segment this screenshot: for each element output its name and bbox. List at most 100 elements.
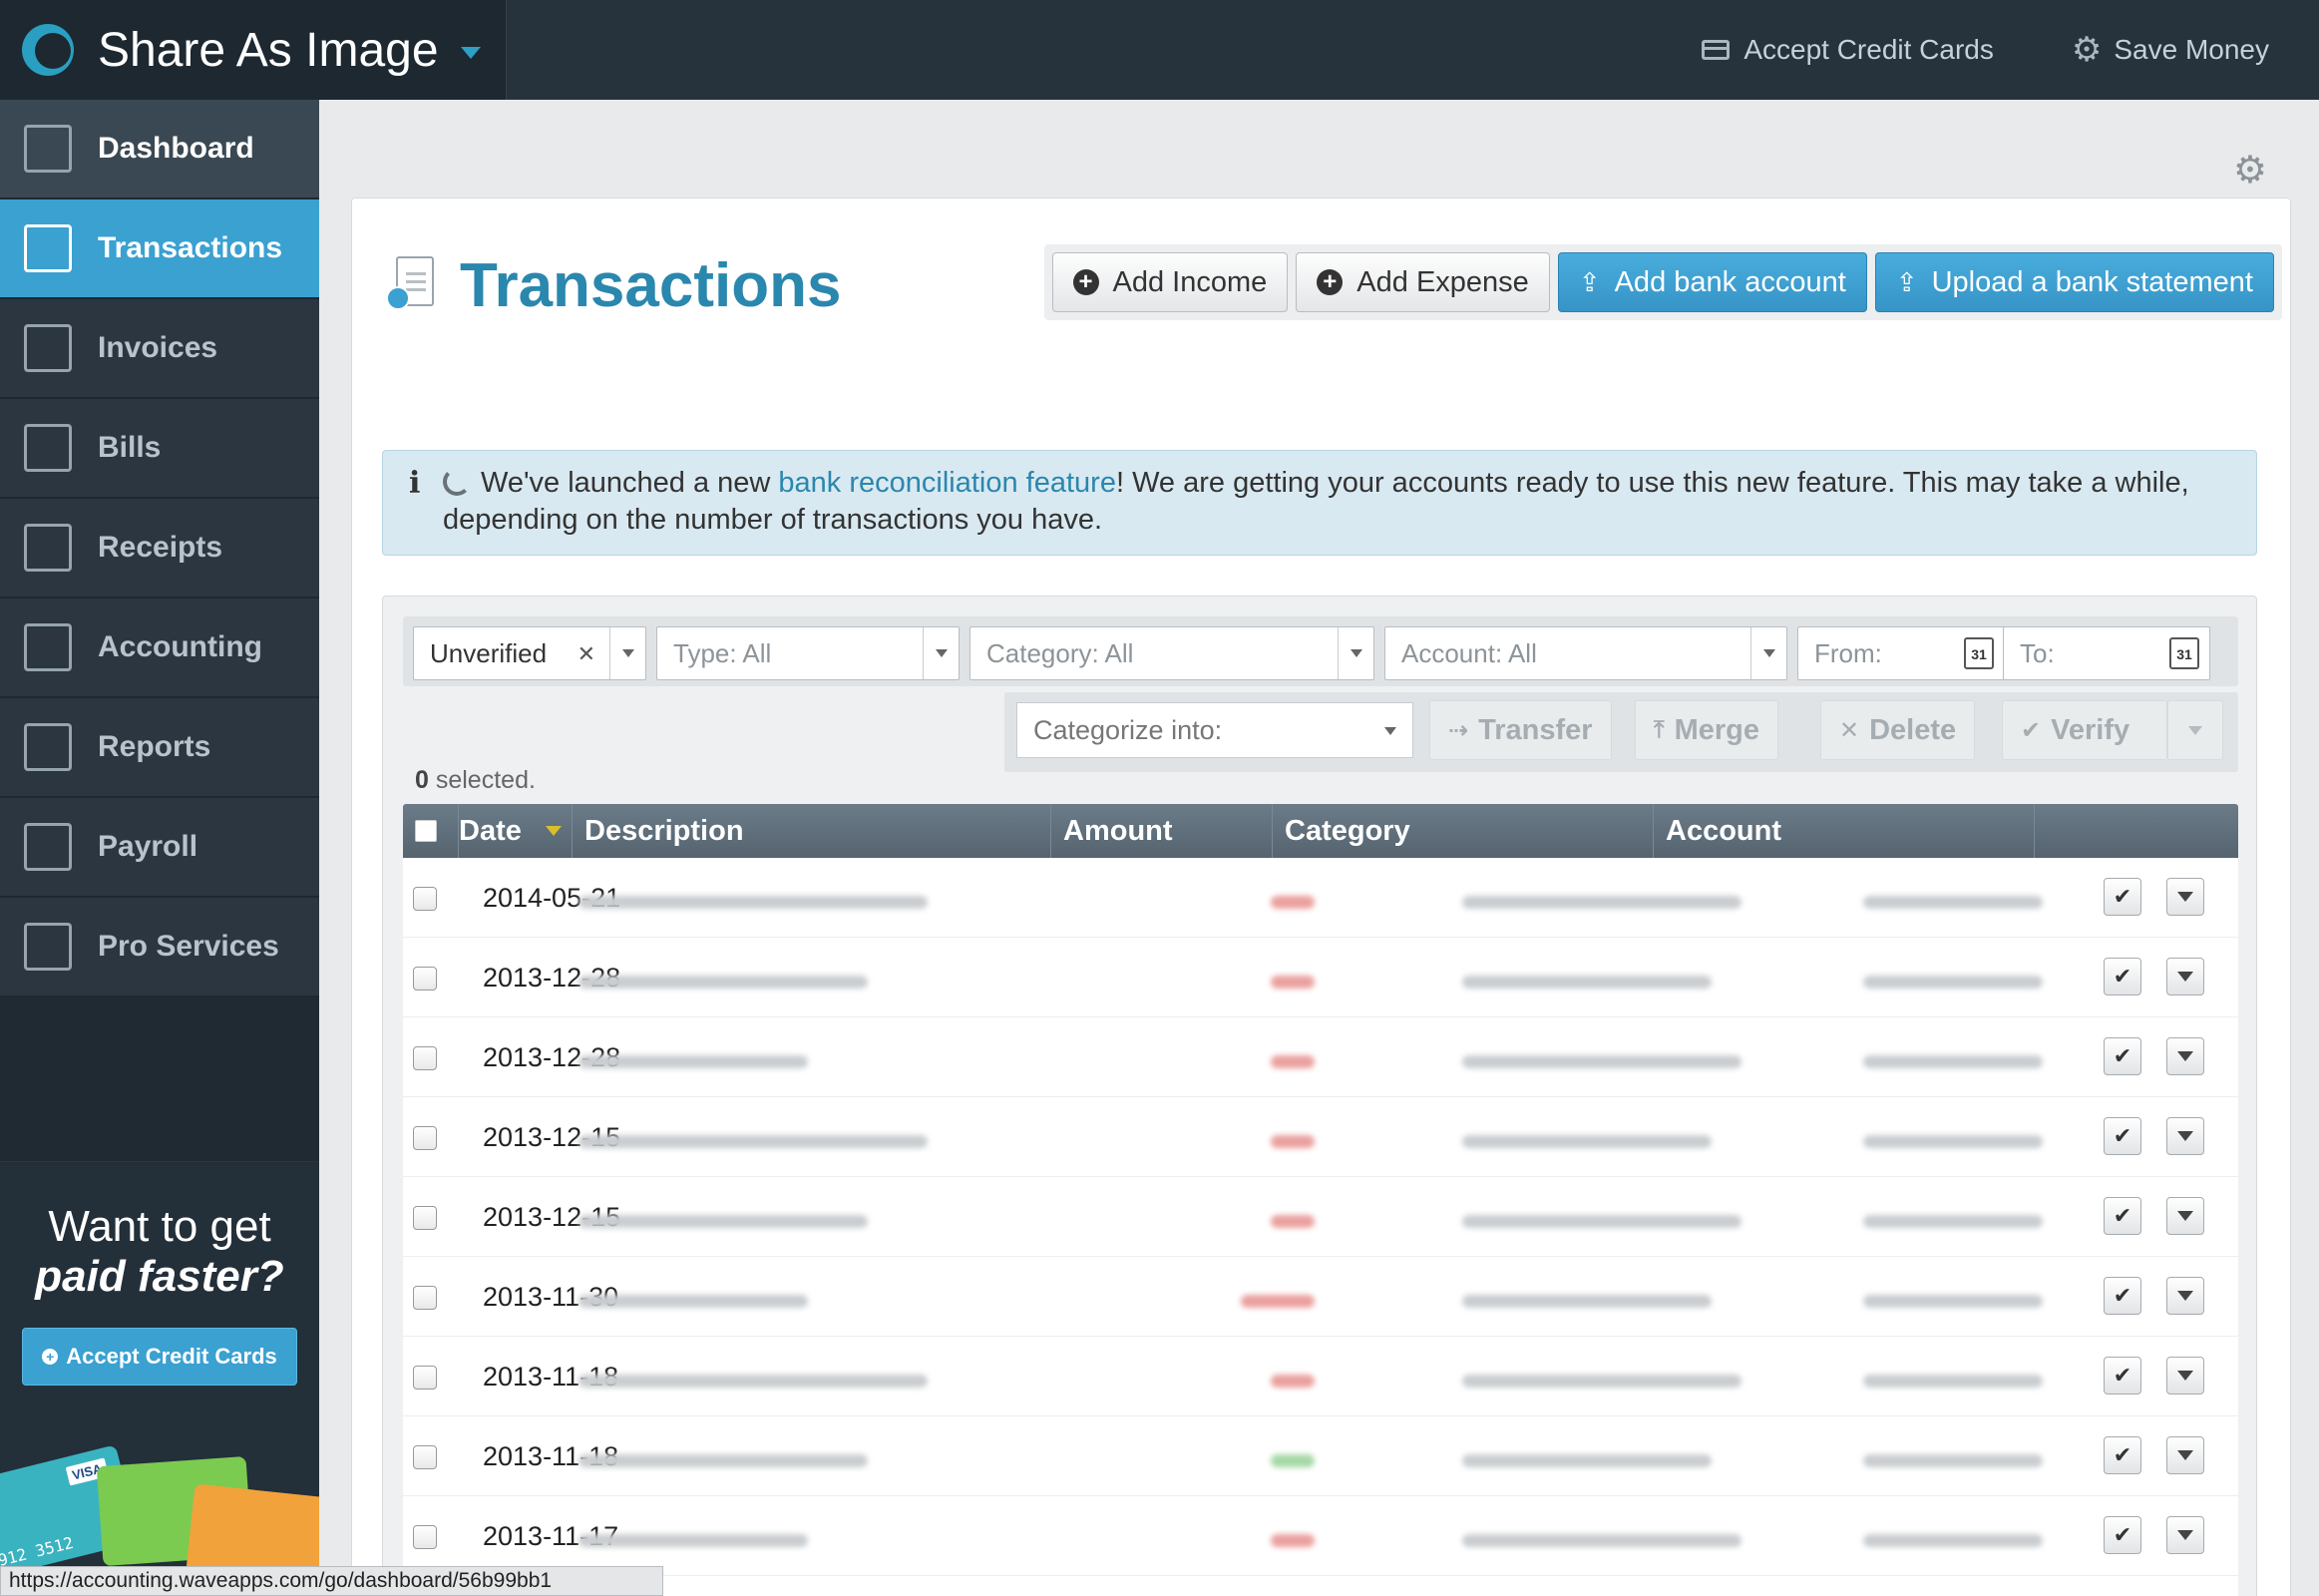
- row-checkbox[interactable]: [413, 967, 437, 991]
- table-row[interactable]: 2014-05-21 ✔: [403, 858, 2238, 938]
- sidebar-item-accounting[interactable]: Accounting: [0, 598, 319, 698]
- sidebar-item-receipts[interactable]: Receipts: [0, 499, 319, 598]
- table-row[interactable]: 2013-11-17✔: [403, 1576, 2238, 1596]
- sidebar-item-label: Invoices: [98, 331, 218, 364]
- selected-count: 0 selected.: [415, 766, 536, 795]
- bank-reconciliation-link[interactable]: bank reconciliation feature: [778, 467, 1116, 499]
- verify-dropdown-button[interactable]: [2167, 700, 2223, 760]
- row-verify-checkmark-icon[interactable]: ✔: [2104, 1197, 2141, 1235]
- accept-credit-cards-label: Accept Credit Cards: [1743, 34, 1994, 65]
- save-money-link[interactable]: ⚙ Save Money: [2072, 33, 2269, 67]
- upload-bank-statement-button[interactable]: ⇪ Upload a bank statement: [1874, 252, 2274, 312]
- row-verify-checkmark-icon[interactable]: ✔: [2104, 1436, 2141, 1474]
- payroll-icon: [24, 823, 72, 871]
- sidebar-item-bills[interactable]: Bills: [0, 399, 319, 499]
- sidebar-item-pro-services[interactable]: Pro Services: [0, 898, 319, 998]
- row-verify-checkmark-icon[interactable]: ✔: [2104, 1117, 2141, 1155]
- add-expense-button[interactable]: + Add Expense: [1296, 252, 1550, 312]
- accounting-icon: [24, 623, 72, 671]
- sort-descending-icon: [546, 826, 562, 836]
- table-row[interactable]: 2013-12-15 ✔: [403, 1177, 2238, 1257]
- row-menu-chevron-down-icon[interactable]: [2166, 878, 2204, 916]
- calendar-icon[interactable]: 31: [2169, 637, 2199, 669]
- row-amount-redacted: [1271, 1454, 1315, 1467]
- to-date-input[interactable]: To: 31: [2003, 626, 2210, 680]
- row-verify-checkmark-icon[interactable]: ✔: [2104, 1037, 2141, 1075]
- row-category-redacted: [1462, 1135, 1712, 1148]
- row-checkbox[interactable]: [413, 1126, 437, 1150]
- row-checkbox[interactable]: [413, 1445, 437, 1469]
- row-description-redacted: [579, 976, 868, 989]
- accept-credit-cards-link[interactable]: Accept Credit Cards: [1702, 34, 1994, 66]
- row-checkbox[interactable]: [413, 887, 437, 911]
- sidebar-item-dashboard[interactable]: Dashboard: [0, 100, 319, 200]
- table-row[interactable]: 2013-12-28 ✔: [403, 938, 2238, 1017]
- sidebar-item-reports[interactable]: Reports: [0, 698, 319, 798]
- row-verify-checkmark-icon[interactable]: ✔: [2104, 1357, 2141, 1395]
- from-date-input[interactable]: From: 31: [1797, 626, 2005, 680]
- add-bank-account-button[interactable]: ⇪ Add bank account: [1557, 252, 1867, 312]
- column-header-amount[interactable]: Amount: [1051, 804, 1273, 858]
- row-checkbox[interactable]: [413, 1366, 437, 1390]
- column-header-category[interactable]: Category: [1273, 804, 1654, 858]
- row-amount-redacted: [1271, 1215, 1315, 1228]
- from-date-placeholder: From:: [1814, 637, 1882, 668]
- clear-filter-icon[interactable]: ✕: [578, 641, 595, 667]
- column-header-description[interactable]: Description: [573, 804, 1051, 858]
- row-account-redacted: [1863, 896, 2043, 909]
- row-menu-chevron-down-icon[interactable]: [2166, 1037, 2204, 1075]
- row-category-redacted: [1462, 1534, 1741, 1547]
- table-row[interactable]: 2013-11-18 ✔: [403, 1337, 2238, 1416]
- table-row[interactable]: 2013-12-28 ✔: [403, 1017, 2238, 1097]
- row-menu-chevron-down-icon[interactable]: [2166, 1516, 2204, 1554]
- table-header: Date Description Amount Category Account: [403, 804, 2238, 858]
- promo-accept-credit-cards-button[interactable]: + Accept Credit Cards: [22, 1328, 297, 1386]
- sidebar-item-transactions[interactable]: Transactions: [0, 200, 319, 299]
- transfer-button[interactable]: ⇢ Transfer: [1429, 700, 1612, 760]
- row-description-redacted: [579, 1215, 868, 1228]
- category-filter-select[interactable]: Category: All: [969, 626, 1374, 680]
- delete-button[interactable]: ✕ Delete: [1820, 700, 1976, 760]
- type-filter-select[interactable]: Type: All: [656, 626, 960, 680]
- sidebar-item-invoices[interactable]: Invoices: [0, 299, 319, 399]
- table-row[interactable]: 2013-11-30 ✔: [403, 1257, 2238, 1337]
- merge-button[interactable]: ⤒ Merge: [1635, 700, 1779, 760]
- row-menu-chevron-down-icon[interactable]: [2166, 1197, 2204, 1235]
- row-checkbox[interactable]: [413, 1046, 437, 1070]
- select-all-checkbox[interactable]: [415, 820, 437, 842]
- settings-gear-icon[interactable]: ⚙: [2233, 148, 2267, 193]
- column-header-account[interactable]: Account: [1654, 804, 2035, 858]
- categorize-into-select[interactable]: Categorize into:: [1016, 702, 1413, 758]
- row-menu-chevron-down-icon[interactable]: [2166, 1277, 2204, 1315]
- row-verify-checkmark-icon[interactable]: ✔: [2104, 878, 2141, 916]
- status-filter-select[interactable]: Unverified ✕: [413, 626, 646, 680]
- table-row[interactable]: 2013-11-18 ✔: [403, 1416, 2238, 1496]
- row-amount-redacted: [1241, 1295, 1315, 1308]
- row-checkbox[interactable]: [413, 1286, 437, 1310]
- row-checkbox[interactable]: [413, 1206, 437, 1230]
- business-switcher[interactable]: Share As Image: [0, 0, 507, 100]
- column-header-label: Category: [1285, 814, 1410, 847]
- verify-button[interactable]: ✔ Verify: [2002, 700, 2167, 760]
- row-checkbox[interactable]: [413, 1525, 437, 1549]
- row-verify-checkmark-icon[interactable]: ✔: [2104, 1277, 2141, 1315]
- table-row[interactable]: 2013-11-17✔: [403, 1496, 2238, 1576]
- caret-down-icon: [460, 47, 481, 59]
- row-verify-checkmark-icon[interactable]: ✔: [2104, 958, 2141, 996]
- row-menu-chevron-down-icon[interactable]: [2166, 1436, 2204, 1474]
- row-menu-chevron-down-icon[interactable]: [2166, 1357, 2204, 1395]
- row-description-redacted: [579, 896, 928, 909]
- add-income-button[interactable]: + Add Income: [1051, 252, 1289, 312]
- bulk-actions-bar: Categorize into: ⇢ Transfer ⤒ Merge ✕ De…: [1004, 692, 2238, 772]
- row-menu-chevron-down-icon[interactable]: [2166, 958, 2204, 996]
- calendar-icon[interactable]: 31: [1964, 637, 1994, 669]
- table-row[interactable]: 2013-12-15 ✔: [403, 1097, 2238, 1177]
- checkmark-icon: ✔: [2021, 716, 2042, 744]
- add-bank-account-label: Add bank account: [1614, 265, 1846, 298]
- row-verify-checkmark-icon[interactable]: ✔: [2104, 1516, 2141, 1554]
- row-category-redacted: [1462, 1055, 1741, 1068]
- row-menu-chevron-down-icon[interactable]: [2166, 1117, 2204, 1155]
- account-filter-select[interactable]: Account: All: [1384, 626, 1787, 680]
- column-header-date[interactable]: Date: [459, 804, 573, 858]
- sidebar-item-payroll[interactable]: Payroll: [0, 798, 319, 898]
